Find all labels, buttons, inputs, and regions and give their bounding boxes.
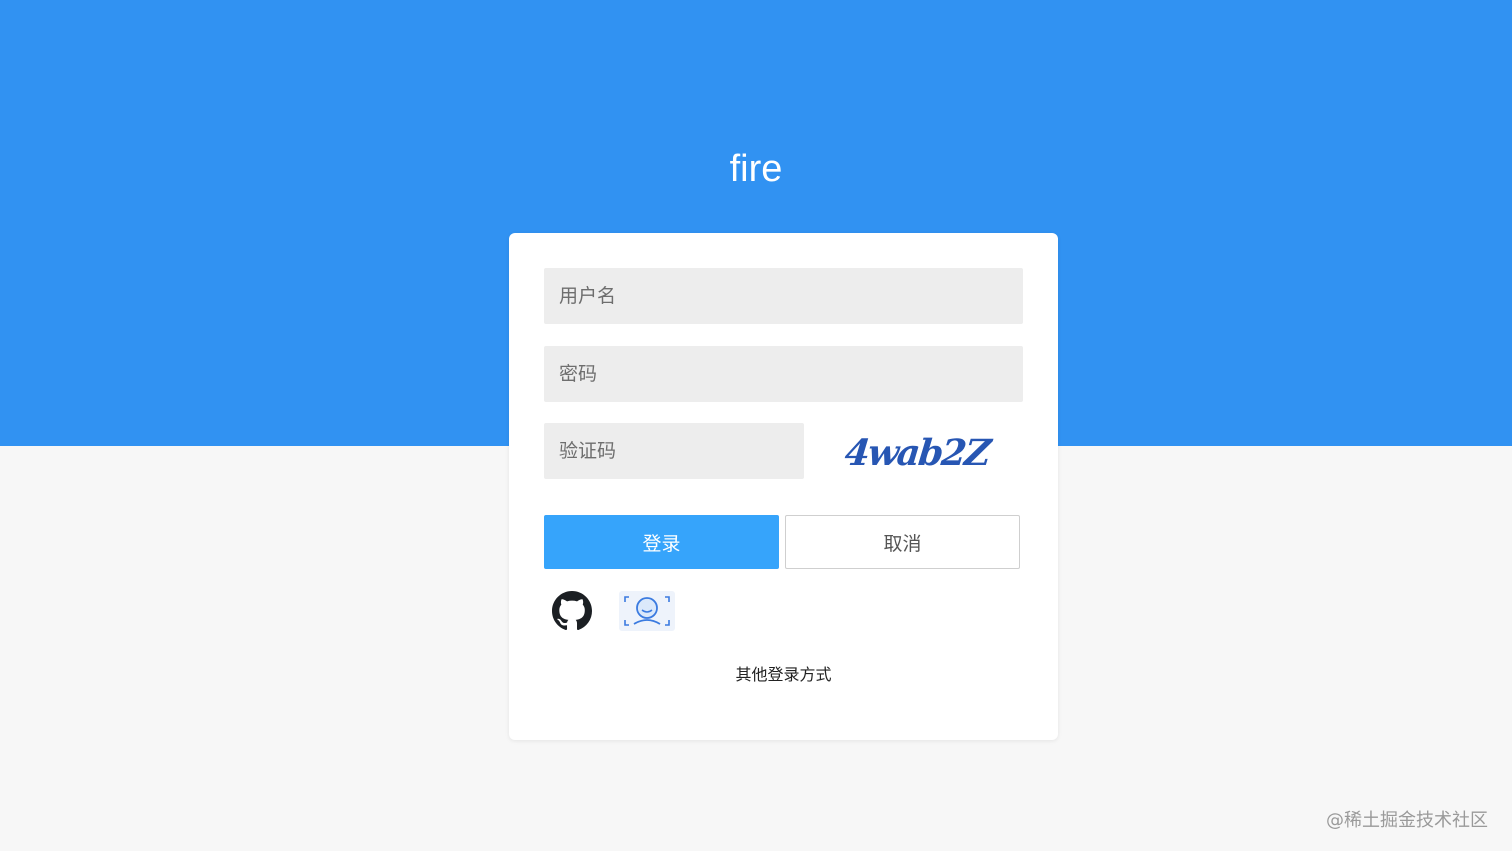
other-login-methods-link[interactable]: 其他登录方式 xyxy=(509,661,1058,685)
app-title: fire xyxy=(729,148,783,190)
login-card: 用户名 密码 验证码 4wab2Z 登录 取消 其他登录方式 xyxy=(509,233,1058,740)
username-input[interactable]: 用户名 xyxy=(544,268,1023,324)
password-input[interactable]: 密码 xyxy=(544,346,1023,402)
captcha-placeholder: 验证码 xyxy=(559,439,617,462)
cancel-button[interactable]: 取消 xyxy=(785,515,1020,569)
password-placeholder: 密码 xyxy=(559,362,598,385)
username-placeholder: 用户名 xyxy=(559,284,617,307)
captcha-image-text: 4wab2Z xyxy=(842,432,992,474)
github-icon[interactable] xyxy=(552,591,592,631)
captcha-input[interactable]: 验证码 xyxy=(544,423,804,479)
login-button[interactable]: 登录 xyxy=(544,515,779,569)
watermark: @稀土掘金技术社区 xyxy=(1326,810,1488,831)
face-recognition-icon[interactable] xyxy=(619,591,675,631)
captcha-image[interactable]: 4wab2Z xyxy=(842,428,992,478)
